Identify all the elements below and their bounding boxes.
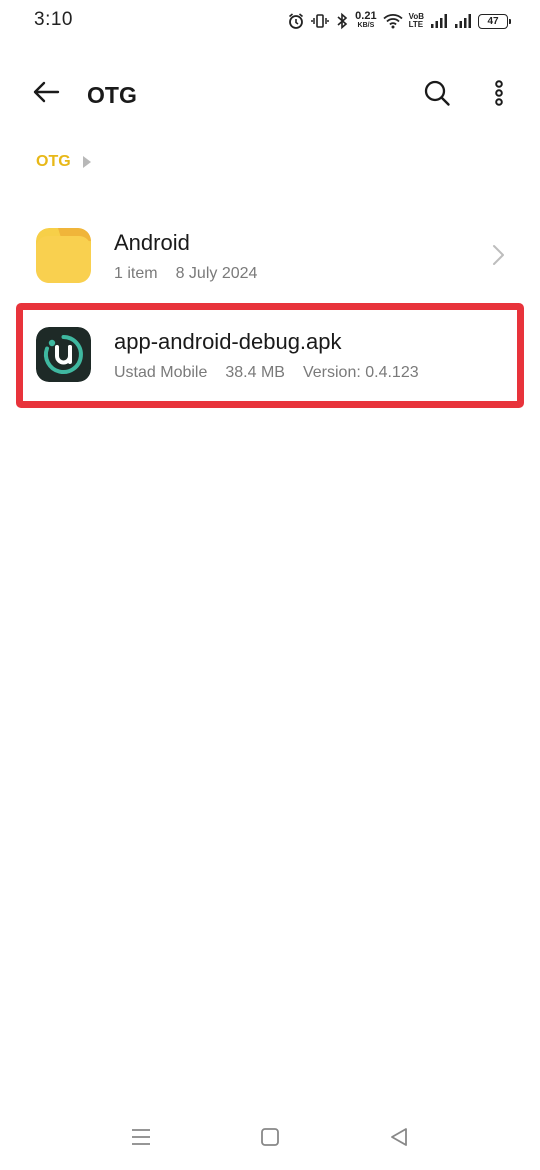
signal-icon (454, 13, 472, 29)
net-speed: 0.21 KB/S (355, 10, 377, 30)
back-icon (389, 1127, 409, 1152)
nav-back-button[interactable] (384, 1124, 414, 1154)
modified-date: 8 July 2024 (175, 265, 258, 282)
status-bar: 3:10 0.21 KB/S VoB LTE 47 (0, 0, 540, 44)
chevron-right-icon (486, 243, 510, 267)
net-speed-value: 0.21 (355, 10, 377, 22)
breadcrumb: OTG (36, 150, 91, 174)
file-size: 38.4 MB (225, 364, 285, 381)
page-title: OTG (87, 82, 137, 108)
volte-bottom: LTE (408, 20, 424, 29)
file-name: app-android-debug.apk (114, 329, 342, 354)
file-meta: Ustad Mobile 38.4 MB Version: 0.4.123 (114, 364, 419, 382)
menu-icon (130, 1127, 152, 1152)
wifi-icon (382, 13, 403, 29)
item-count: 1 item (114, 265, 158, 282)
battery-level: 47 (487, 15, 499, 27)
volte-indicator: VoB LTE (409, 13, 424, 29)
navigation-bar (0, 1110, 540, 1170)
ustad-app-icon (36, 327, 91, 382)
home-icon (260, 1127, 280, 1152)
toolbar: OTG (0, 64, 540, 124)
list-item-apk-file[interactable]: app-android-debug.apk Ustad Mobile 38.4 … (0, 306, 540, 402)
more-options-button[interactable] (486, 78, 512, 112)
signal-icon (430, 13, 448, 29)
recents-button[interactable] (126, 1124, 156, 1154)
status-time: 3:10 (34, 9, 73, 30)
app-name: Ustad Mobile (114, 364, 208, 381)
file-meta: 1 item 8 July 2024 (114, 265, 257, 283)
search-button[interactable] (420, 78, 454, 112)
bluetooth-icon (335, 12, 349, 30)
list-item-android-folder[interactable]: Android 1 item 8 July 2024 (0, 207, 540, 303)
breadcrumb-arrow-icon (82, 156, 91, 168)
alarm-icon (287, 12, 305, 30)
home-button[interactable] (255, 1124, 285, 1154)
more-vert-icon (494, 79, 504, 111)
app-version: Version: 0.4.123 (302, 364, 419, 381)
status-icons: 0.21 KB/S VoB LTE 47 (287, 9, 511, 33)
folder-icon (36, 228, 91, 283)
breadcrumb-item-otg[interactable]: OTG (36, 153, 71, 171)
back-arrow-icon (32, 80, 60, 109)
vibrate-icon (311, 12, 329, 30)
file-name: Android (114, 230, 190, 255)
battery-icon: 47 (478, 13, 511, 29)
search-icon (423, 79, 451, 112)
back-button[interactable] (28, 78, 64, 110)
net-speed-unit: KB/S (357, 22, 375, 29)
